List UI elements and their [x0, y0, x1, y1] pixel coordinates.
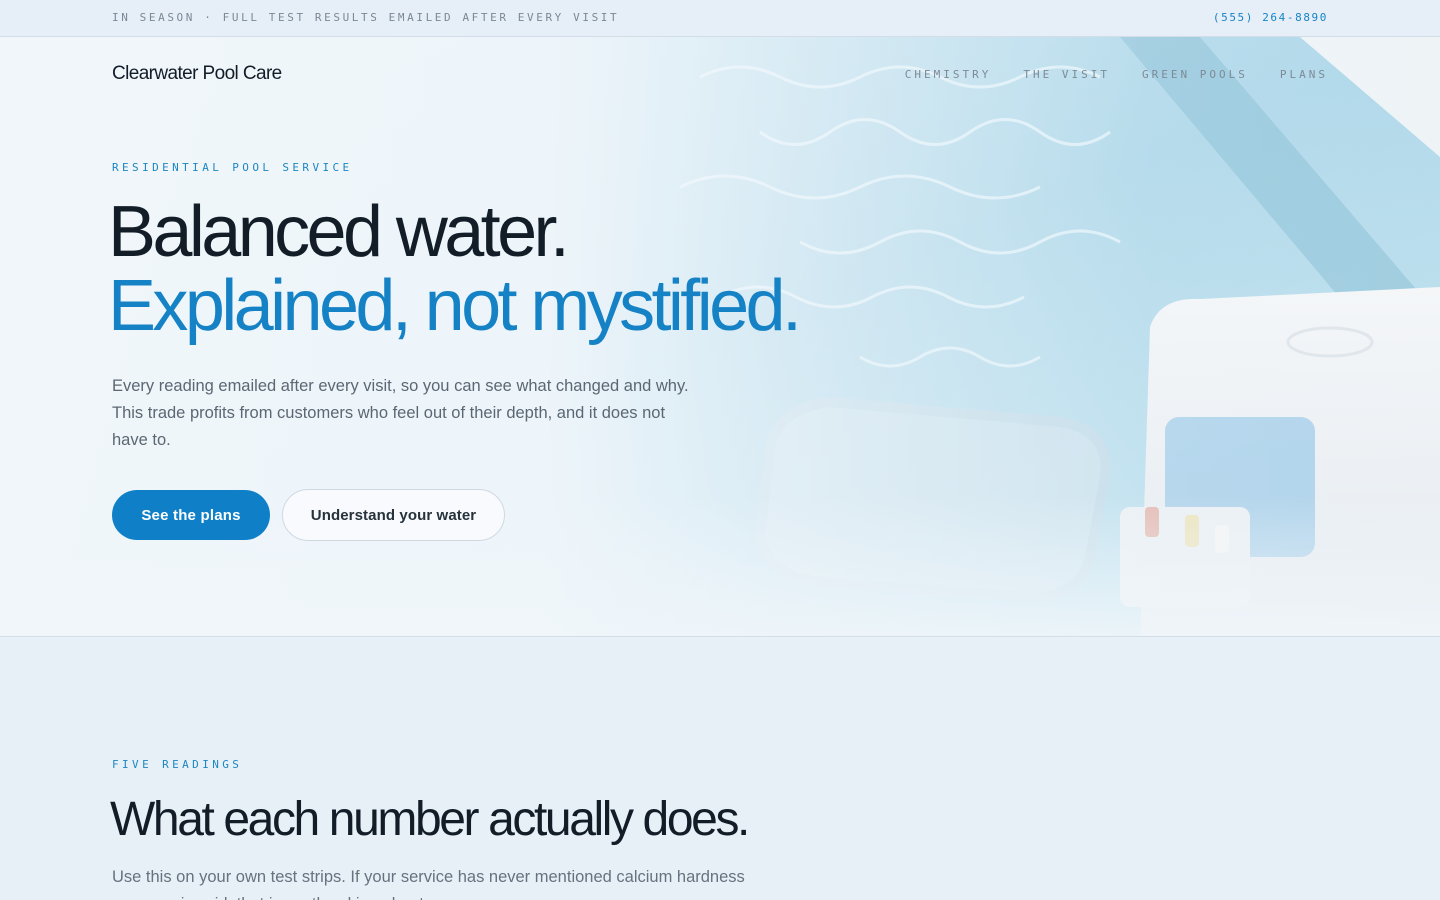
readings-eyebrow: FIVE READINGS — [112, 758, 243, 771]
readings-lede: Use this on your own test strips. If you… — [112, 868, 745, 900]
nav-item-the-visit[interactable]: THE VISIT — [1023, 68, 1110, 81]
see-plans-button[interactable]: See the plans — [112, 490, 270, 540]
understand-water-button[interactable]: Understand your water — [282, 489, 505, 541]
hero-section: Clearwater Pool Care CHEMISTRY THE VISIT… — [0, 37, 1440, 637]
readings-section: FIVE READINGS What each number actually … — [0, 638, 1440, 900]
main-nav: CHEMISTRY THE VISIT GREEN POOLS PLANS — [905, 68, 1328, 81]
nav-item-chemistry[interactable]: CHEMISTRY — [905, 68, 992, 81]
hero-headline: Balanced water. Explained, not mystified… — [108, 192, 802, 346]
announcement-bar: IN SEASON · FULL TEST RESULTS EMAILED AF… — [0, 0, 1440, 37]
nav-item-plans[interactable]: PLANS — [1280, 68, 1328, 81]
headline-line-1: Balanced water. — [108, 192, 570, 272]
headline-line-2: Explained, not mystified. — [108, 266, 802, 346]
readings-title: What each number actually does. — [110, 793, 750, 846]
nav-item-green-pools[interactable]: GREEN POOLS — [1142, 68, 1248, 81]
season-notice: IN SEASON · FULL TEST RESULTS EMAILED AF… — [112, 11, 620, 24]
brand-logo[interactable]: Clearwater Pool Care — [112, 63, 282, 85]
hero-eyebrow: RESIDENTIAL POOL SERVICE — [112, 161, 353, 174]
hero-lede: Every reading emailed after every visit,… — [112, 377, 689, 449]
phone-link[interactable]: (555) 264-8890 — [1213, 11, 1328, 24]
